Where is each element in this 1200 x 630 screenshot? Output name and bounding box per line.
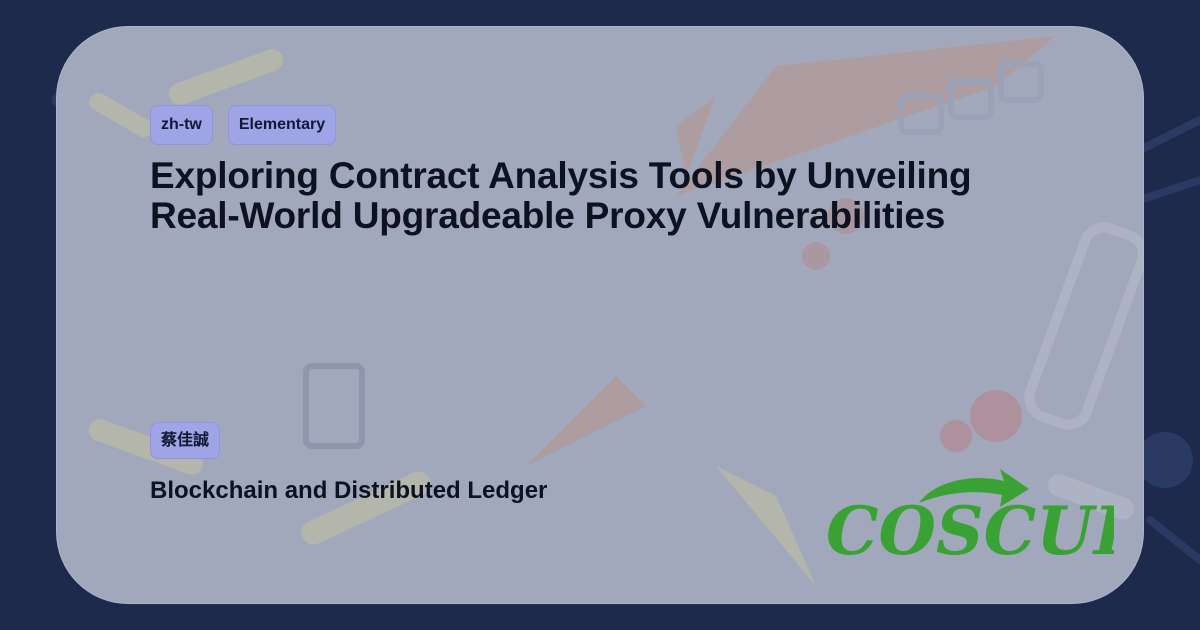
session-title: Exploring Contract Analysis Tools by Unv… (150, 156, 1050, 236)
language-tag: zh-tw (150, 105, 213, 145)
speaker-badge: 蔡佳誠 (150, 422, 221, 459)
track-name: Blockchain and Distributed Ledger (150, 477, 548, 504)
speaker-name: 蔡佳誠 (150, 422, 221, 459)
session-title-line-2: Real-World Upgradeable Proxy Vulnerabili… (150, 195, 946, 236)
session-card: zh-tw Elementary Exploring Contract Anal… (56, 26, 1144, 604)
coscup-logo: COSCUP (826, 469, 1114, 561)
level-tag: Elementary (227, 105, 337, 145)
tag-list: zh-tw Elementary (150, 105, 337, 145)
logo-text: COSCUP (826, 492, 1114, 561)
session-title-line-1: Exploring Contract Analysis Tools by Unv… (150, 155, 972, 196)
